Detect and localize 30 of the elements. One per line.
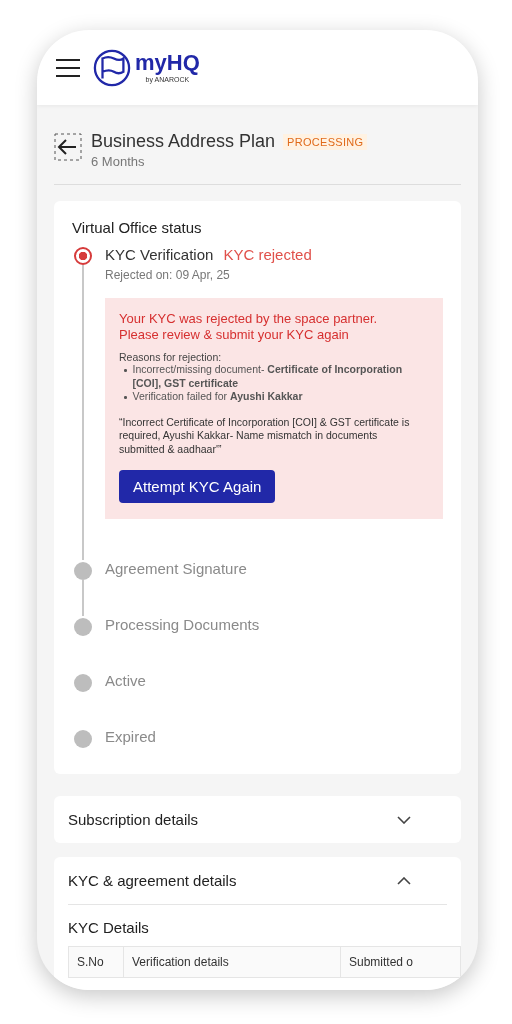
rejection-message: Your KYC was rejected by the space partner. Please review & submit your KYC again <box>119 311 379 343</box>
step-label: Agreement Signature <box>105 560 247 577</box>
column-header: Submitted o <box>348 955 415 969</box>
reason-text: Verification failed for Ayushi Kakkar <box>132 390 303 404</box>
kyc-details-title: KYC Details <box>68 918 150 938</box>
step-label: Active <box>105 672 146 689</box>
rejection-note: “Incorrect Certificate of Incorporation [COI] & GST certificate is required, Ayushi Kakkar- Name mismatch in documents submitted & aadhaar'” <box>119 415 411 456</box>
reason-text: Incorrect/missing document- Certificate of Incorporation [COI], GST certificate <box>132 363 404 390</box>
bullet-icon <box>124 369 127 372</box>
step-date: Rejected on: 09 Apr, 25 <box>105 268 231 282</box>
flag-logo-icon <box>93 48 131 87</box>
status-badge: PROCESSING <box>283 133 368 150</box>
reasons-label: Reasons for rejection: <box>119 351 223 363</box>
accordion-header[interactable]: KYC & agreement details <box>68 857 447 905</box>
bullet-icon <box>124 396 127 399</box>
step-label: KYC Verification <box>105 246 214 263</box>
chevron-icon <box>397 815 411 824</box>
brand-name: myHQ <box>135 52 200 74</box>
step-label: Expired <box>105 728 156 745</box>
chevron-icon <box>397 876 411 885</box>
column-header: S.No <box>76 955 105 969</box>
step-label: Processing Documents <box>105 616 260 633</box>
card-title: Virtual Office status <box>72 219 203 236</box>
step-status: KYC rejected <box>223 246 312 263</box>
plan-title: Business Address Plan <box>91 131 276 152</box>
plan-duration: 6 Months <box>91 154 145 169</box>
menu-icon[interactable] <box>55 57 81 78</box>
column-header: Verification details <box>123 947 341 977</box>
accordion-header[interactable]: Subscription details <box>68 796 447 843</box>
attempt-kyc-button[interactable]: Attempt KYC Again <box>119 470 276 503</box>
